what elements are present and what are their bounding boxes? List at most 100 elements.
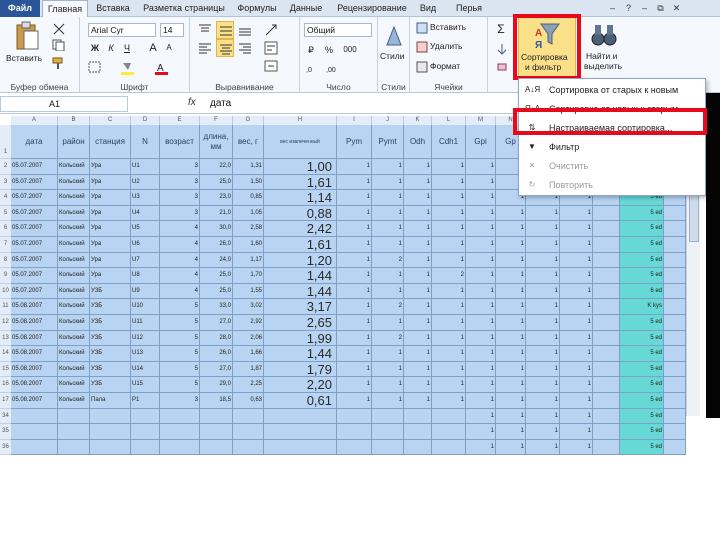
- grid-cell[interactable]: 1: [372, 377, 404, 393]
- grid-cell[interactable]: Кольский: [58, 174, 90, 191]
- name-box[interactable]: A1: [0, 96, 128, 112]
- row-header[interactable]: 13: [0, 330, 11, 347]
- grid-cell[interactable]: 05.07.2007: [11, 205, 58, 222]
- column-title-cell[interactable]: станция: [90, 125, 131, 159]
- row-header[interactable]: 12: [0, 315, 11, 331]
- grid-cell[interactable]: U1: [131, 159, 160, 175]
- grid-cell[interactable]: 1: [432, 361, 466, 378]
- grid-cell[interactable]: 1,99: [264, 330, 337, 347]
- grid-cell[interactable]: U13: [131, 346, 160, 362]
- grid-cell[interactable]: 1: [337, 330, 372, 347]
- grid-cell[interactable]: 1: [432, 377, 466, 393]
- grid-cell[interactable]: [233, 439, 264, 456]
- grid-cell[interactable]: 1,05: [233, 205, 264, 222]
- grid-cell[interactable]: 1: [496, 205, 526, 222]
- grid-cell[interactable]: 1: [337, 377, 372, 393]
- grid-cell[interactable]: Кольский: [58, 252, 90, 269]
- grid-cell[interactable]: 0,61: [264, 393, 337, 409]
- grid-cell[interactable]: 1,44: [264, 283, 337, 300]
- grid-cell[interactable]: 1: [466, 174, 496, 191]
- grid-cell[interactable]: 0,88: [264, 205, 337, 222]
- grid-cell[interactable]: 1: [404, 237, 432, 253]
- grid-cell[interactable]: [593, 377, 620, 393]
- grid-cell[interactable]: 1: [526, 361, 560, 378]
- grid-cell[interactable]: 1,31: [233, 159, 264, 175]
- grid-cell[interactable]: 1: [466, 330, 496, 347]
- column-title-cell[interactable]: Pymt: [372, 125, 404, 159]
- grid-cell[interactable]: 2: [372, 299, 404, 315]
- grid-cell[interactable]: 1: [337, 221, 372, 237]
- grid-cell[interactable]: 26,0: [200, 237, 233, 253]
- grid-cell[interactable]: Кольский: [58, 237, 90, 253]
- grid-cell[interactable]: Кольский: [58, 361, 90, 378]
- grid-cell[interactable]: 1: [560, 299, 593, 315]
- grid-cell[interactable]: 1: [466, 190, 496, 206]
- grid-cell[interactable]: [664, 268, 686, 284]
- grid-cell[interactable]: 5 ed: [620, 221, 664, 237]
- row-header[interactable]: 17: [0, 393, 11, 409]
- decrease-decimal-icon[interactable]: ,00: [326, 63, 342, 75]
- column-title-cell[interactable]: N: [131, 125, 160, 159]
- column-title-cell[interactable]: Odh: [404, 125, 432, 159]
- grid-cell[interactable]: Кольский: [58, 283, 90, 300]
- grid-cell[interactable]: [664, 315, 686, 331]
- grid-cell[interactable]: [160, 439, 200, 456]
- grid-cell[interactable]: УЗБ: [90, 361, 131, 378]
- grid-cell[interactable]: 1: [496, 283, 526, 300]
- tab-home[interactable]: Главная: [42, 0, 88, 18]
- grid-cell[interactable]: 2,25: [233, 377, 264, 393]
- row-header[interactable]: 1: [0, 125, 11, 159]
- grid-cell[interactable]: 1,00: [264, 159, 337, 175]
- grid-cell[interactable]: 1: [496, 252, 526, 269]
- grid-cell[interactable]: УЗБ: [90, 315, 131, 331]
- grid-cell[interactable]: 1: [466, 361, 496, 378]
- styles-icon[interactable]: [384, 25, 404, 47]
- percent-button[interactable]: %: [322, 43, 336, 57]
- grid-cell[interactable]: [233, 408, 264, 425]
- grid-cell[interactable]: 1: [337, 174, 372, 191]
- grid-cell[interactable]: 1: [337, 346, 372, 362]
- grid-cell[interactable]: 1: [496, 424, 526, 440]
- row-header[interactable]: 10: [0, 283, 11, 300]
- grid-cell[interactable]: УЗБ: [90, 299, 131, 315]
- grid-cell[interactable]: 1,44: [264, 346, 337, 362]
- clear-icon[interactable]: [496, 61, 508, 73]
- italic-button[interactable]: К: [104, 41, 118, 55]
- borders-icon[interactable]: [88, 61, 102, 73]
- grid-cell[interactable]: [11, 408, 58, 425]
- grid-cell[interactable]: 5 ed: [620, 408, 664, 425]
- grid-cell[interactable]: Ура: [90, 252, 131, 269]
- bold-button[interactable]: Ж: [88, 41, 102, 55]
- grid-cell[interactable]: [593, 393, 620, 409]
- grid-cell[interactable]: [90, 424, 131, 440]
- tab-view[interactable]: Вид: [416, 0, 440, 17]
- formula-input[interactable]: дата: [204, 96, 504, 112]
- grid-cell[interactable]: 1: [432, 330, 466, 347]
- number-format-combo[interactable]: Общий: [304, 23, 372, 37]
- paste-button[interactable]: Вставить: [6, 53, 42, 63]
- row-header[interactable]: 6: [0, 221, 11, 237]
- grid-cell[interactable]: 05.07.2007: [11, 174, 58, 191]
- grid-cell[interactable]: 1: [496, 393, 526, 409]
- row-header[interactable]: 4: [0, 190, 11, 206]
- grid-cell[interactable]: 4: [160, 221, 200, 237]
- grid-cell[interactable]: 1: [560, 393, 593, 409]
- align-top-icon[interactable]: [198, 23, 212, 37]
- grid-cell[interactable]: 05.07.2007: [11, 190, 58, 206]
- grid-cell[interactable]: 27,0: [200, 315, 233, 331]
- close-icon[interactable]: ✕: [670, 2, 683, 14]
- grid-cell[interactable]: 1: [496, 346, 526, 362]
- column-header[interactable]: F: [200, 116, 233, 125]
- grid-cell[interactable]: 1: [560, 283, 593, 300]
- ribbon-minimize-icon[interactable]: –: [606, 2, 619, 14]
- grid-cell[interactable]: [131, 439, 160, 456]
- grid-cell[interactable]: 5 ed: [620, 237, 664, 253]
- column-header[interactable]: K: [404, 116, 432, 125]
- grid-cell[interactable]: [664, 346, 686, 362]
- copy-icon[interactable]: [52, 39, 66, 51]
- grid-cell[interactable]: 5 ed: [620, 424, 664, 440]
- grid-cell[interactable]: 0,63: [233, 393, 264, 409]
- grid-cell[interactable]: U10: [131, 299, 160, 315]
- grid-cell[interactable]: [664, 408, 686, 425]
- grid-cell[interactable]: [593, 268, 620, 284]
